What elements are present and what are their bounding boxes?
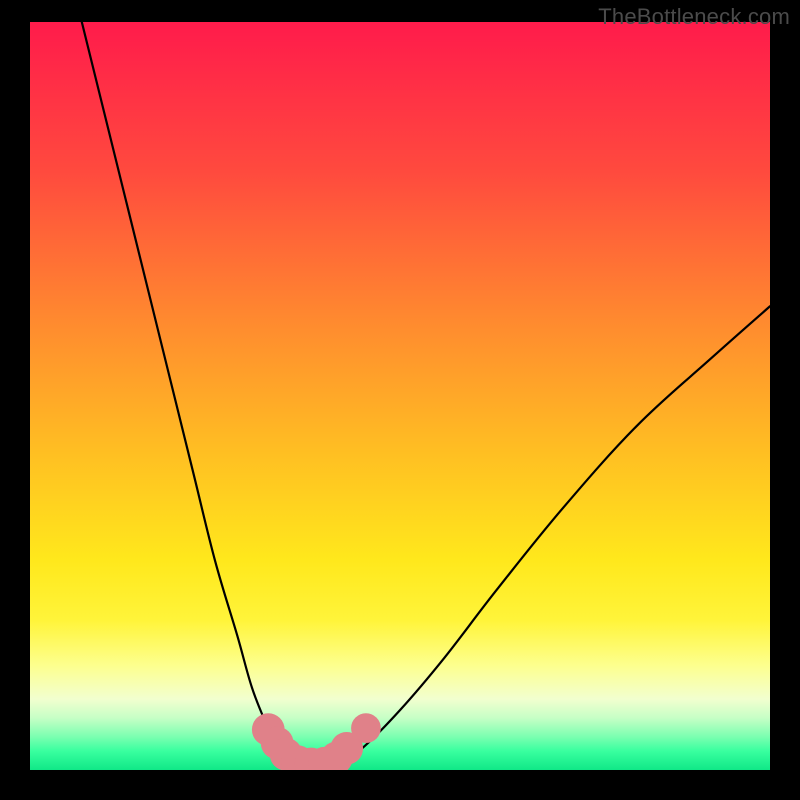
- marker-trough-I: [351, 713, 381, 743]
- watermark-label: TheBottleneck.com: [598, 4, 790, 30]
- chart-plot: [30, 22, 770, 770]
- chart-background: [30, 22, 770, 770]
- chart-frame: TheBottleneck.com: [0, 0, 800, 800]
- chart-svg: [30, 22, 770, 770]
